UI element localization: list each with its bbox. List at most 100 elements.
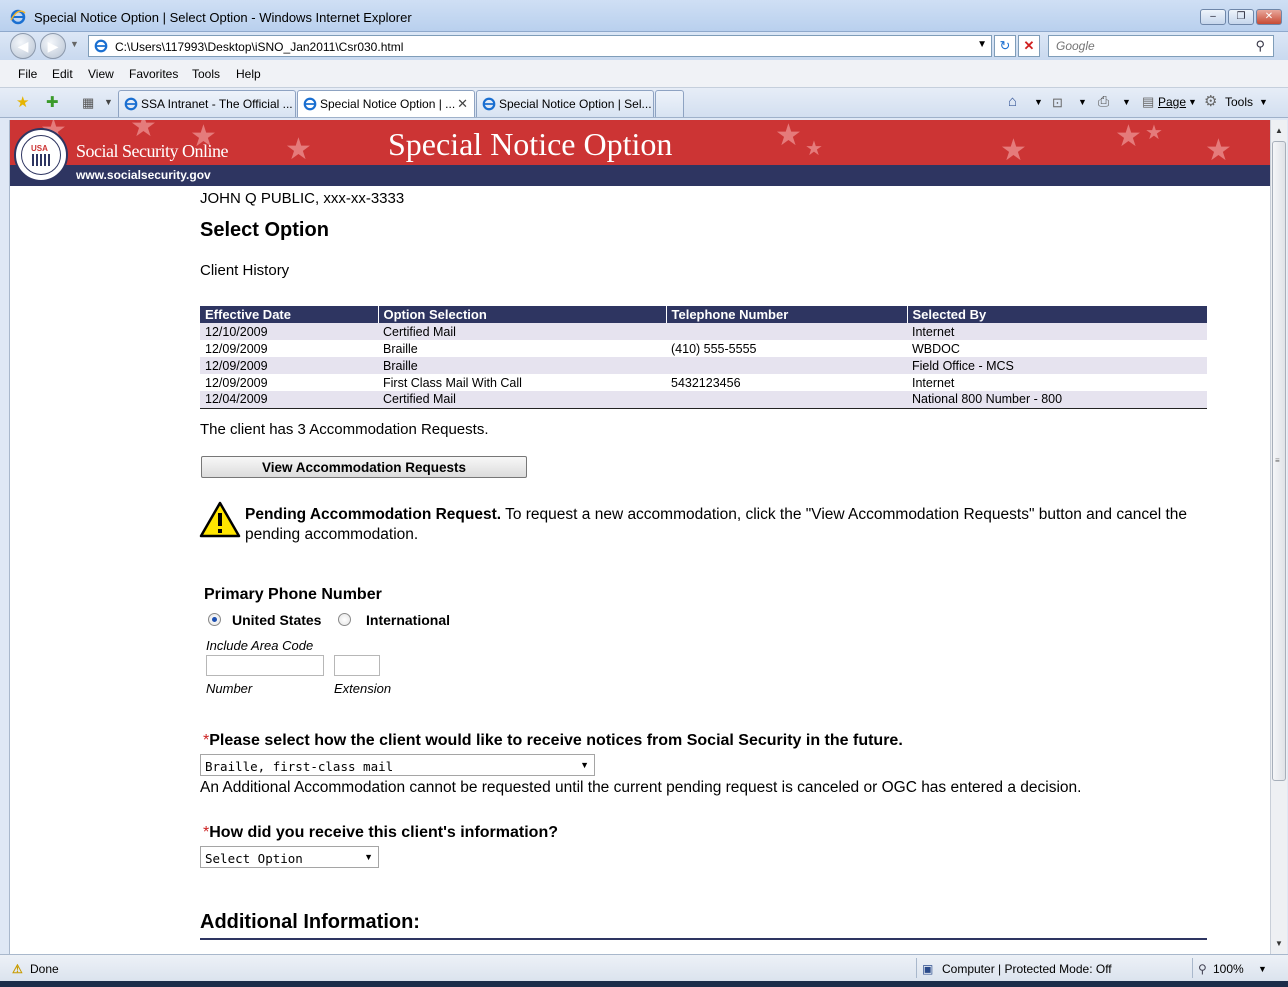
tab-ssa-intranet[interactable]: SSA Intranet - The Official ... (118, 90, 296, 117)
print-icon[interactable]: ⎙ (1098, 93, 1109, 110)
table-cell (666, 357, 907, 374)
home-dropdown-icon[interactable]: ▼ (1034, 97, 1043, 107)
zoom-dropdown-icon[interactable]: ▼ (1258, 964, 1267, 974)
tab-page-icon (124, 97, 138, 111)
quick-tabs-icon[interactable]: ▦ (82, 95, 94, 111)
table-cell: (410) 555-5555 (666, 340, 907, 357)
address-dropdown-icon[interactable]: ▼ (977, 39, 987, 50)
back-button[interactable]: ◀ (10, 33, 36, 59)
notice-method-select[interactable]: Braille, first-class mail ▼ (200, 754, 595, 776)
zoom-level[interactable]: 100% (1213, 962, 1244, 976)
feeds-dropdown-icon[interactable]: ▼ (1078, 97, 1087, 107)
page-title: Special Notice Option (388, 126, 673, 162)
site-header: ★ ★ ★ ★ ★ ★ ★ ★ ★ ★ USA Social Security … (10, 120, 1270, 186)
extension-label: Extension (334, 681, 392, 696)
star-decoration: ★ (805, 138, 823, 160)
additional-information-heading: Additional Information: (200, 911, 420, 933)
menu-file[interactable]: File (18, 67, 37, 81)
windows-taskbar (0, 981, 1288, 987)
chevron-down-icon: ▼ (364, 852, 373, 862)
view-accommodation-requests-button[interactable]: View Accommodation Requests (201, 456, 527, 478)
table-cell: Certified Mail (378, 323, 666, 340)
info-source-selected: Select Option (205, 851, 303, 866)
refresh-button[interactable]: ↻ (994, 35, 1016, 57)
client-history-label: Client History (200, 262, 290, 279)
page-menu[interactable]: Page (1158, 95, 1186, 109)
minimize-button[interactable]: – (1200, 9, 1226, 25)
tab-page-icon (482, 97, 496, 111)
menu-help[interactable]: Help (236, 67, 261, 81)
add-favorites-icon[interactable]: ✚ (46, 93, 59, 111)
radio-international-label[interactable]: International (366, 612, 450, 628)
column-header: Selected By (906, 306, 1207, 323)
tools-dropdown-icon[interactable]: ▼ (1259, 97, 1268, 107)
address-bar[interactable]: C:\Users\117993\Desktop\iSNO_Jan2011\Csr… (88, 35, 992, 57)
table-row: 12/10/2009 Certified Mail Internet (200, 323, 1207, 340)
menu-view[interactable]: View (88, 67, 114, 81)
site-url[interactable]: www.socialsecurity.gov (76, 168, 211, 182)
tab-list-icon[interactable]: ▼ (104, 97, 113, 107)
stop-button[interactable]: ✕ (1018, 35, 1040, 57)
security-zone-text[interactable]: Computer | Protected Mode: Off (942, 962, 1112, 976)
pending-title: Pending Accommodation Request. (245, 506, 502, 523)
menu-tools[interactable]: Tools (192, 67, 220, 81)
additional-accommodation-note: An Additional Accommodation cannot be re… (200, 779, 1082, 796)
forward-button[interactable]: ▶ (40, 33, 66, 59)
table-cell: 5432123456 (666, 374, 907, 391)
tab-special-notice[interactable]: Special Notice Option | Sel... (476, 90, 654, 117)
radio-united-states-label[interactable]: United States (232, 612, 321, 628)
page-dropdown-icon[interactable]: ▼ (1188, 97, 1197, 107)
internet-explorer-icon (10, 9, 26, 25)
page-viewport: ★ ★ ★ ★ ★ ★ ★ ★ ★ ★ USA Social Security … (9, 120, 1270, 954)
star-decoration: ★ (1145, 122, 1163, 144)
tab-bar: ★ ✚ ▦ ▼ SSA Intranet - The Official ... … (0, 88, 1288, 118)
table-cell: Certified Mail (378, 391, 666, 408)
vertical-scrollbar[interactable]: ▲ ≡ ▼ (1270, 120, 1287, 954)
maximize-button[interactable]: ❐ (1228, 9, 1254, 25)
scroll-grip-icon: ≡ (1275, 456, 1280, 465)
tab-special-notice-active[interactable]: Special Notice Option | ... ✕ (297, 90, 475, 117)
table-cell: Internet (907, 323, 1207, 340)
gear-icon: ⚙ (1204, 93, 1218, 110)
star-decoration: ★ (775, 120, 802, 152)
seal-text: USA (31, 144, 48, 153)
table-cell: First Class Mail With Call (378, 374, 666, 391)
info-source-select[interactable]: Select Option ▼ (200, 846, 379, 868)
search-box[interactable]: ⚲ (1048, 35, 1274, 57)
search-input[interactable] (1054, 37, 1244, 55)
scroll-up-icon[interactable]: ▲ (1271, 122, 1287, 139)
table-cell (666, 391, 907, 408)
status-separator (1192, 958, 1193, 978)
favorites-star-icon[interactable]: ★ (16, 93, 29, 111)
phone-number-input[interactable] (206, 655, 324, 676)
radio-international[interactable] (338, 613, 351, 626)
radio-united-states[interactable] (208, 613, 221, 626)
chevron-down-icon: ▼ (580, 760, 589, 770)
table-row: 12/09/2009 First Class Mail With Call 54… (200, 374, 1207, 391)
info-source-question-text: How did you receive this client's inform… (209, 824, 558, 841)
phone-extension-input[interactable] (334, 655, 380, 676)
section-divider (200, 938, 1207, 940)
tab-label: SSA Intranet - The Official ... (141, 97, 293, 111)
page-icon: ▤ (1142, 94, 1155, 109)
star-decoration: ★ (1205, 134, 1232, 166)
new-tab-button[interactable] (655, 90, 684, 117)
client-history-table: Effective Date Option Selection Telephon… (200, 306, 1207, 409)
close-window-button[interactable]: ✕ (1256, 9, 1282, 25)
close-tab-icon[interactable]: ✕ (457, 96, 468, 112)
history-dropdown-icon[interactable]: ▼ (70, 39, 79, 49)
home-icon[interactable]: ⌂ (1008, 93, 1017, 110)
print-dropdown-icon[interactable]: ▼ (1122, 97, 1131, 107)
scroll-down-icon[interactable]: ▼ (1271, 935, 1287, 952)
number-label: Number (206, 681, 253, 696)
menu-favorites[interactable]: Favorites (129, 67, 178, 81)
menu-edit[interactable]: Edit (52, 67, 73, 81)
table-cell: 12/04/2009 (200, 391, 378, 408)
search-icon[interactable]: ⚲ (1255, 38, 1265, 54)
tools-menu[interactable]: Tools (1225, 95, 1253, 109)
site-name[interactable]: Social Security Online (76, 141, 228, 162)
notice-method-question-text: Please select how the client would like … (209, 732, 903, 749)
feeds-icon[interactable]: ⊡ (1052, 95, 1063, 111)
forward-arrow-icon: ▶ (47, 38, 59, 54)
address-url[interactable]: C:\Users\117993\Desktop\iSNO_Jan2011\Csr… (115, 40, 403, 54)
